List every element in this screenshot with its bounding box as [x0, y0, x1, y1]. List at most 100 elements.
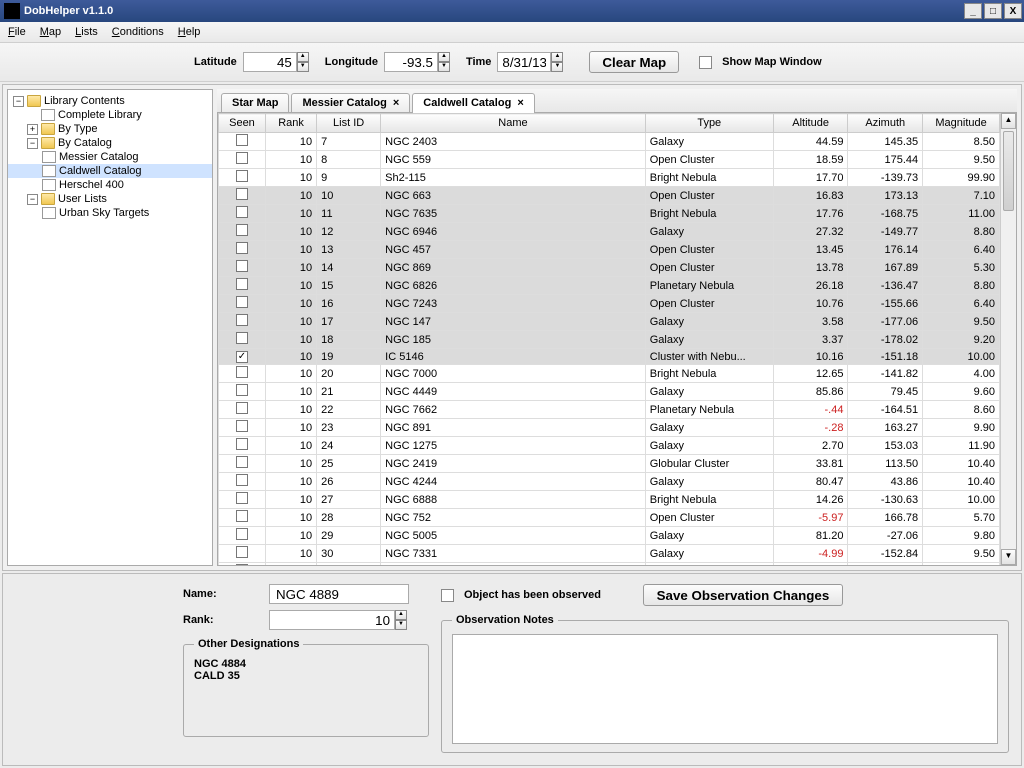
seen-checkbox[interactable] — [236, 242, 248, 254]
cell[interactable] — [219, 169, 266, 187]
lon-down-icon[interactable]: ▼ — [438, 62, 450, 72]
table-row[interactable]: 1016NGC 7243Open Cluster10.76-155.666.40 — [219, 295, 1000, 313]
lat-up-icon[interactable]: ▲ — [297, 52, 309, 62]
cell[interactable] — [219, 365, 266, 383]
table-row[interactable]: 1021NGC 4449Galaxy85.8679.459.60 — [219, 383, 1000, 401]
column-header[interactable]: Rank — [265, 114, 316, 133]
seen-checkbox[interactable] — [236, 510, 248, 522]
rank-input[interactable] — [269, 610, 395, 630]
clear-map-button[interactable]: Clear Map — [589, 51, 679, 73]
column-header[interactable]: Type — [645, 114, 773, 133]
table-row[interactable]: 109Sh2-115Bright Nebula17.70-139.7399.90 — [219, 169, 1000, 187]
cell[interactable] — [219, 277, 266, 295]
close-icon[interactable]: × — [393, 97, 399, 109]
seen-checkbox[interactable] — [236, 224, 248, 236]
seen-checkbox[interactable] — [236, 420, 248, 432]
menu-lists[interactable]: Lists — [75, 26, 98, 38]
expand-icon[interactable]: + — [27, 124, 38, 135]
cell[interactable] — [219, 527, 266, 545]
table-row[interactable]: 1026NGC 4244Galaxy80.4743.8610.40 — [219, 473, 1000, 491]
menu-conditions[interactable]: Conditions — [112, 26, 164, 38]
tree-urban[interactable]: Urban Sky Targets — [8, 206, 212, 220]
name-field[interactable] — [269, 584, 409, 604]
table-row[interactable]: 1024NGC 1275Galaxy2.70153.0311.90 — [219, 437, 1000, 455]
table-row[interactable]: 1031IC 405Bright Nebula9.51129.9110.00 — [219, 563, 1000, 566]
vertical-scrollbar[interactable]: ▲ ▼ — [1000, 113, 1016, 565]
seen-checkbox[interactable] — [236, 260, 248, 272]
table-row[interactable]: 1020NGC 7000Bright Nebula12.65-141.824.0… — [219, 365, 1000, 383]
cell[interactable] — [219, 401, 266, 419]
tree-caldwell[interactable]: Caldwell Catalog — [8, 164, 212, 178]
scroll-down-icon[interactable]: ▼ — [1001, 549, 1016, 565]
seen-checkbox[interactable] — [236, 170, 248, 182]
rank-down-icon[interactable]: ▼ — [395, 620, 407, 630]
tab-messier[interactable]: Messier Catalog× — [291, 93, 410, 112]
cell[interactable] — [219, 419, 266, 437]
rank-spinner[interactable]: ▲▼ — [269, 610, 407, 630]
tree-by-type[interactable]: +By Type — [8, 122, 212, 136]
table-row[interactable]: 1019IC 5146Cluster with Nebu...10.16-151… — [219, 349, 1000, 365]
collapse-icon[interactable]: − — [13, 96, 24, 107]
cell[interactable] — [219, 259, 266, 277]
notes-textarea[interactable] — [452, 634, 998, 744]
show-map-checkbox[interactable] — [699, 56, 712, 69]
save-observation-button[interactable]: Save Observation Changes — [643, 584, 843, 606]
table-row[interactable]: 1015NGC 6826Planetary Nebula26.18-136.47… — [219, 277, 1000, 295]
column-header[interactable]: Seen — [219, 114, 266, 133]
cell[interactable] — [219, 509, 266, 527]
tree-herschel[interactable]: Herschel 400 — [8, 178, 212, 192]
scroll-up-icon[interactable]: ▲ — [1001, 113, 1016, 129]
table-row[interactable]: 1012NGC 6946Galaxy27.32-149.778.80 — [219, 223, 1000, 241]
library-tree[interactable]: −Library Contents Complete Library +By T… — [7, 89, 213, 566]
catalog-table[interactable]: SeenRankList IDNameTypeAltitudeAzimuthMa… — [218, 113, 1000, 565]
cell[interactable] — [219, 331, 266, 349]
cell[interactable] — [219, 295, 266, 313]
seen-checkbox[interactable] — [236, 384, 248, 396]
latitude-input[interactable] — [243, 52, 297, 72]
column-header[interactable]: Altitude — [773, 114, 848, 133]
cell[interactable] — [219, 187, 266, 205]
table-row[interactable]: 1030NGC 7331Galaxy-4.99-152.849.50 — [219, 545, 1000, 563]
table-row[interactable]: 107NGC 2403Galaxy44.59145.358.50 — [219, 133, 1000, 151]
cell[interactable] — [219, 383, 266, 401]
seen-checkbox[interactable] — [236, 402, 248, 414]
table-row[interactable]: 1011NGC 7635Bright Nebula17.76-168.7511.… — [219, 205, 1000, 223]
seen-checkbox[interactable] — [236, 492, 248, 504]
minimize-button[interactable]: _ — [964, 3, 982, 19]
table-row[interactable]: 1010NGC 663Open Cluster16.83173.137.10 — [219, 187, 1000, 205]
lat-down-icon[interactable]: ▼ — [297, 62, 309, 72]
seen-checkbox[interactable] — [236, 206, 248, 218]
scroll-thumb[interactable] — [1003, 131, 1014, 211]
cell[interactable] — [219, 241, 266, 259]
seen-checkbox[interactable] — [236, 456, 248, 468]
menu-file[interactable]: File — [8, 26, 26, 38]
menu-help[interactable]: Help — [178, 26, 201, 38]
menu-map[interactable]: Map — [40, 26, 61, 38]
rank-up-icon[interactable]: ▲ — [395, 610, 407, 620]
table-row[interactable]: 1014NGC 869Open Cluster13.78167.895.30 — [219, 259, 1000, 277]
tab-caldwell[interactable]: Caldwell Catalog× — [412, 93, 534, 113]
seen-checkbox[interactable] — [236, 564, 248, 565]
cell[interactable] — [219, 437, 266, 455]
cell[interactable] — [219, 349, 266, 365]
tree-complete-library[interactable]: Complete Library — [8, 108, 212, 122]
seen-checkbox[interactable] — [236, 351, 248, 363]
close-icon[interactable]: × — [517, 97, 523, 109]
table-row[interactable]: 1022NGC 7662Planetary Nebula-.44-164.518… — [219, 401, 1000, 419]
time-down-icon[interactable]: ▼ — [551, 62, 563, 72]
tab-star-map[interactable]: Star Map — [221, 93, 289, 112]
longitude-input[interactable] — [384, 52, 438, 72]
tree-user-lists[interactable]: −User Lists — [8, 192, 212, 206]
seen-checkbox[interactable] — [236, 134, 248, 146]
cell[interactable] — [219, 205, 266, 223]
cell[interactable] — [219, 313, 266, 331]
table-row[interactable]: 1017NGC 147Galaxy3.58-177.069.50 — [219, 313, 1000, 331]
cell[interactable] — [219, 133, 266, 151]
cell[interactable] — [219, 545, 266, 563]
seen-checkbox[interactable] — [236, 296, 248, 308]
table-row[interactable]: 1028NGC 752Open Cluster-5.97166.785.70 — [219, 509, 1000, 527]
cell[interactable] — [219, 473, 266, 491]
latitude-spinner[interactable]: ▲▼ — [243, 52, 309, 72]
cell[interactable] — [219, 151, 266, 169]
tree-by-catalog[interactable]: −By Catalog — [8, 136, 212, 150]
